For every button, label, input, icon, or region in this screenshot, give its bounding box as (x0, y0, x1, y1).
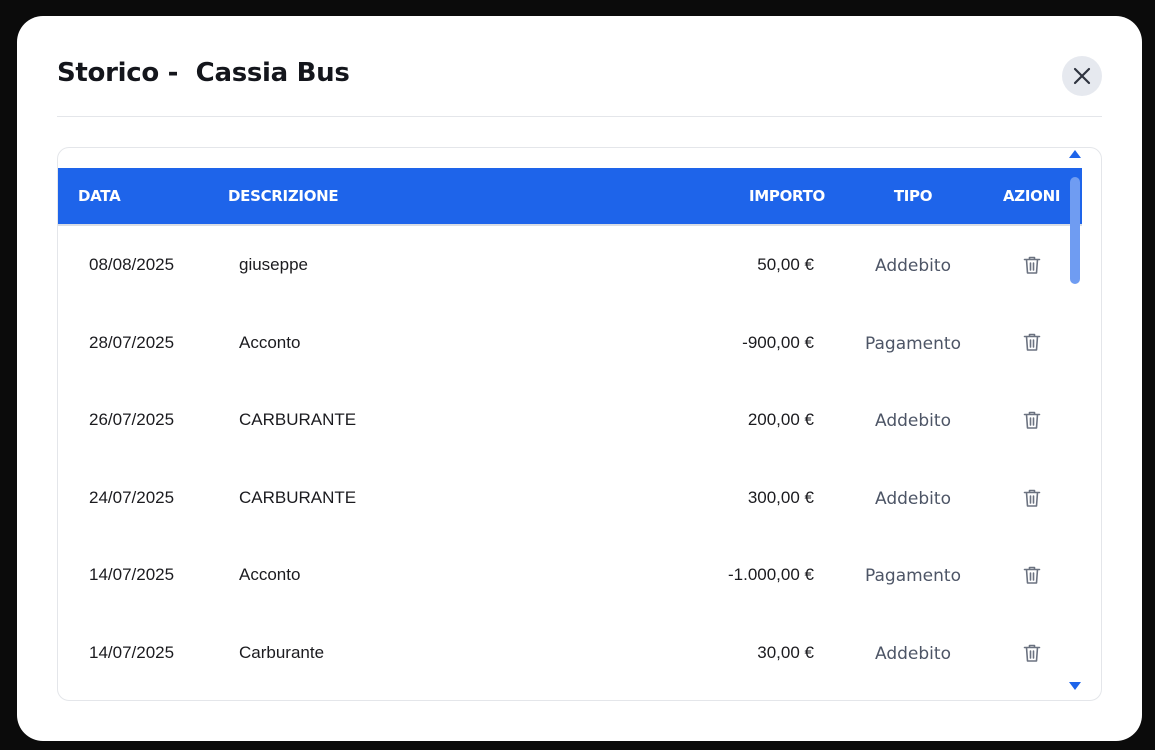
row-type: Pagamento (865, 566, 961, 587)
table-header: DATA DESCRIZIONE IMPORTO TIPO AZIONI (58, 168, 1082, 226)
table-row: 24/07/2025 CARBURANTE 300,00 € Addebito (58, 459, 1082, 537)
row-date: 08/08/2025 (89, 255, 175, 274)
delete-button[interactable] (1018, 614, 1046, 692)
row-date: 28/07/2025 (89, 332, 175, 352)
delete-button[interactable] (1018, 226, 1046, 304)
column-header-description: DESCRIZIONE (228, 187, 339, 205)
delete-button[interactable] (1018, 536, 1046, 614)
delete-button[interactable] (1018, 381, 1046, 459)
column-header-actions: AZIONI (1003, 187, 1061, 205)
table-row: 14/07/2025 Acconto -1.000,00 € Pagamento (58, 536, 1082, 614)
close-icon (1073, 67, 1091, 85)
row-description: giuseppe (239, 255, 309, 274)
table-row: 14/07/2025 Carburante 30,00 € Addebito (58, 614, 1082, 692)
row-description: Acconto (239, 565, 301, 585)
trash-icon (1023, 256, 1041, 274)
table-row: 26/07/2025 CARBURANTE 200,00 € Addebito (58, 381, 1082, 459)
row-type: Addebito (875, 256, 951, 276)
delete-button[interactable] (1018, 459, 1046, 537)
row-description: Acconto (239, 332, 301, 352)
close-button[interactable] (1062, 56, 1102, 96)
history-modal: Storico - Cassia Bus DATA DESCRIZIONE IM… (17, 16, 1142, 741)
trash-icon (1023, 644, 1041, 662)
column-header-amount: IMPORTO (748, 187, 825, 205)
row-date: 26/07/2025 (89, 410, 175, 430)
row-type: Addebito (875, 643, 951, 664)
table-row: 28/07/2025 Acconto -900,00 € Pagamento (58, 304, 1082, 382)
row-type: Addebito (875, 411, 951, 432)
trash-icon (1023, 334, 1041, 352)
row-date: 14/07/2025 (89, 565, 175, 585)
trash-icon (1023, 566, 1041, 584)
column-header-date: DATA (78, 187, 121, 205)
row-amount: 50,00 € (757, 255, 814, 274)
row-date: 24/07/2025 (89, 487, 175, 507)
header-divider (57, 116, 1102, 117)
row-description: Carburante (239, 642, 325, 662)
scroll-down-arrow-icon[interactable] (1069, 682, 1081, 690)
row-amount: -900,00 € (742, 332, 814, 352)
scroll-up-arrow-icon[interactable] (1069, 150, 1081, 158)
table-body: 08/08/2025 giuseppe 50,00 € Addebito 28/… (58, 226, 1082, 692)
row-amount: -1.000,00 € (727, 565, 814, 585)
table-row: 08/08/2025 giuseppe 50,00 € Addebito (58, 226, 1082, 304)
row-amount: 300,00 € (747, 487, 814, 507)
row-type: Addebito (875, 488, 951, 509)
row-description: CARBURANTE (239, 487, 357, 507)
scrollbar-thumb[interactable] (1070, 177, 1080, 284)
delete-button[interactable] (1018, 304, 1046, 382)
row-amount: 30,00 € (757, 642, 814, 662)
table-scrollbar[interactable] (1066, 150, 1084, 695)
column-header-type: TIPO (893, 187, 933, 205)
trash-icon (1023, 489, 1041, 507)
modal-title: Storico - Cassia Bus (57, 58, 350, 88)
row-date: 14/07/2025 (89, 642, 175, 662)
trash-icon (1023, 411, 1041, 429)
row-description: CARBURANTE (239, 410, 357, 430)
row-type: Pagamento (865, 333, 961, 354)
history-table: DATA DESCRIZIONE IMPORTO TIPO AZIONI 08/… (57, 147, 1102, 701)
row-amount: 200,00 € (747, 410, 814, 430)
